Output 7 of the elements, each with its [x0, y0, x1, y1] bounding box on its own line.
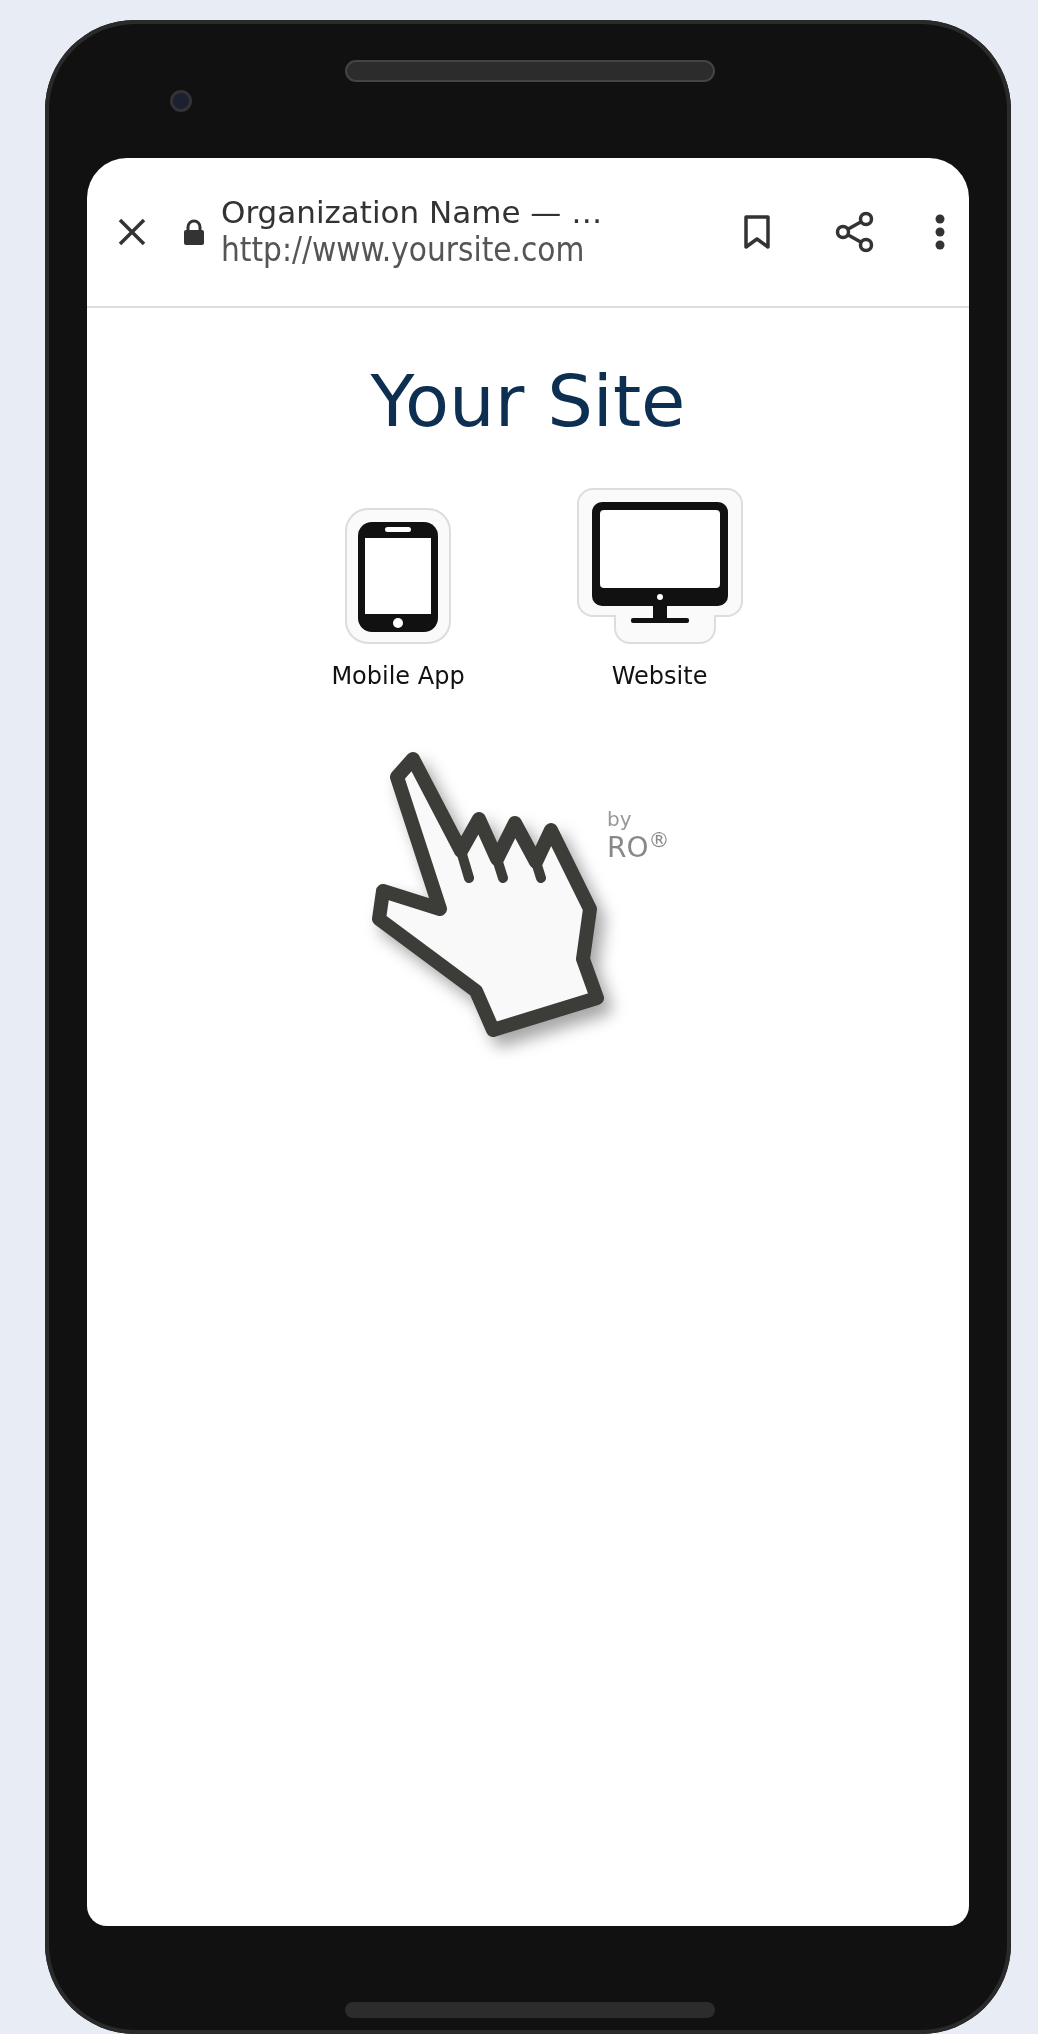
- brand-text: RO$^{®}$: [607, 834, 671, 863]
- page-title: Organization Name — …: [221, 195, 604, 231]
- credit-text: by: [607, 806, 633, 834]
- option-label[interactable]: Website: [611, 658, 708, 695]
- site-heading: Your Site: [369, 358, 687, 445]
- page-url: http://www.yoursite.com: [221, 230, 586, 269]
- option-label[interactable]: Mobile App: [331, 658, 465, 695]
